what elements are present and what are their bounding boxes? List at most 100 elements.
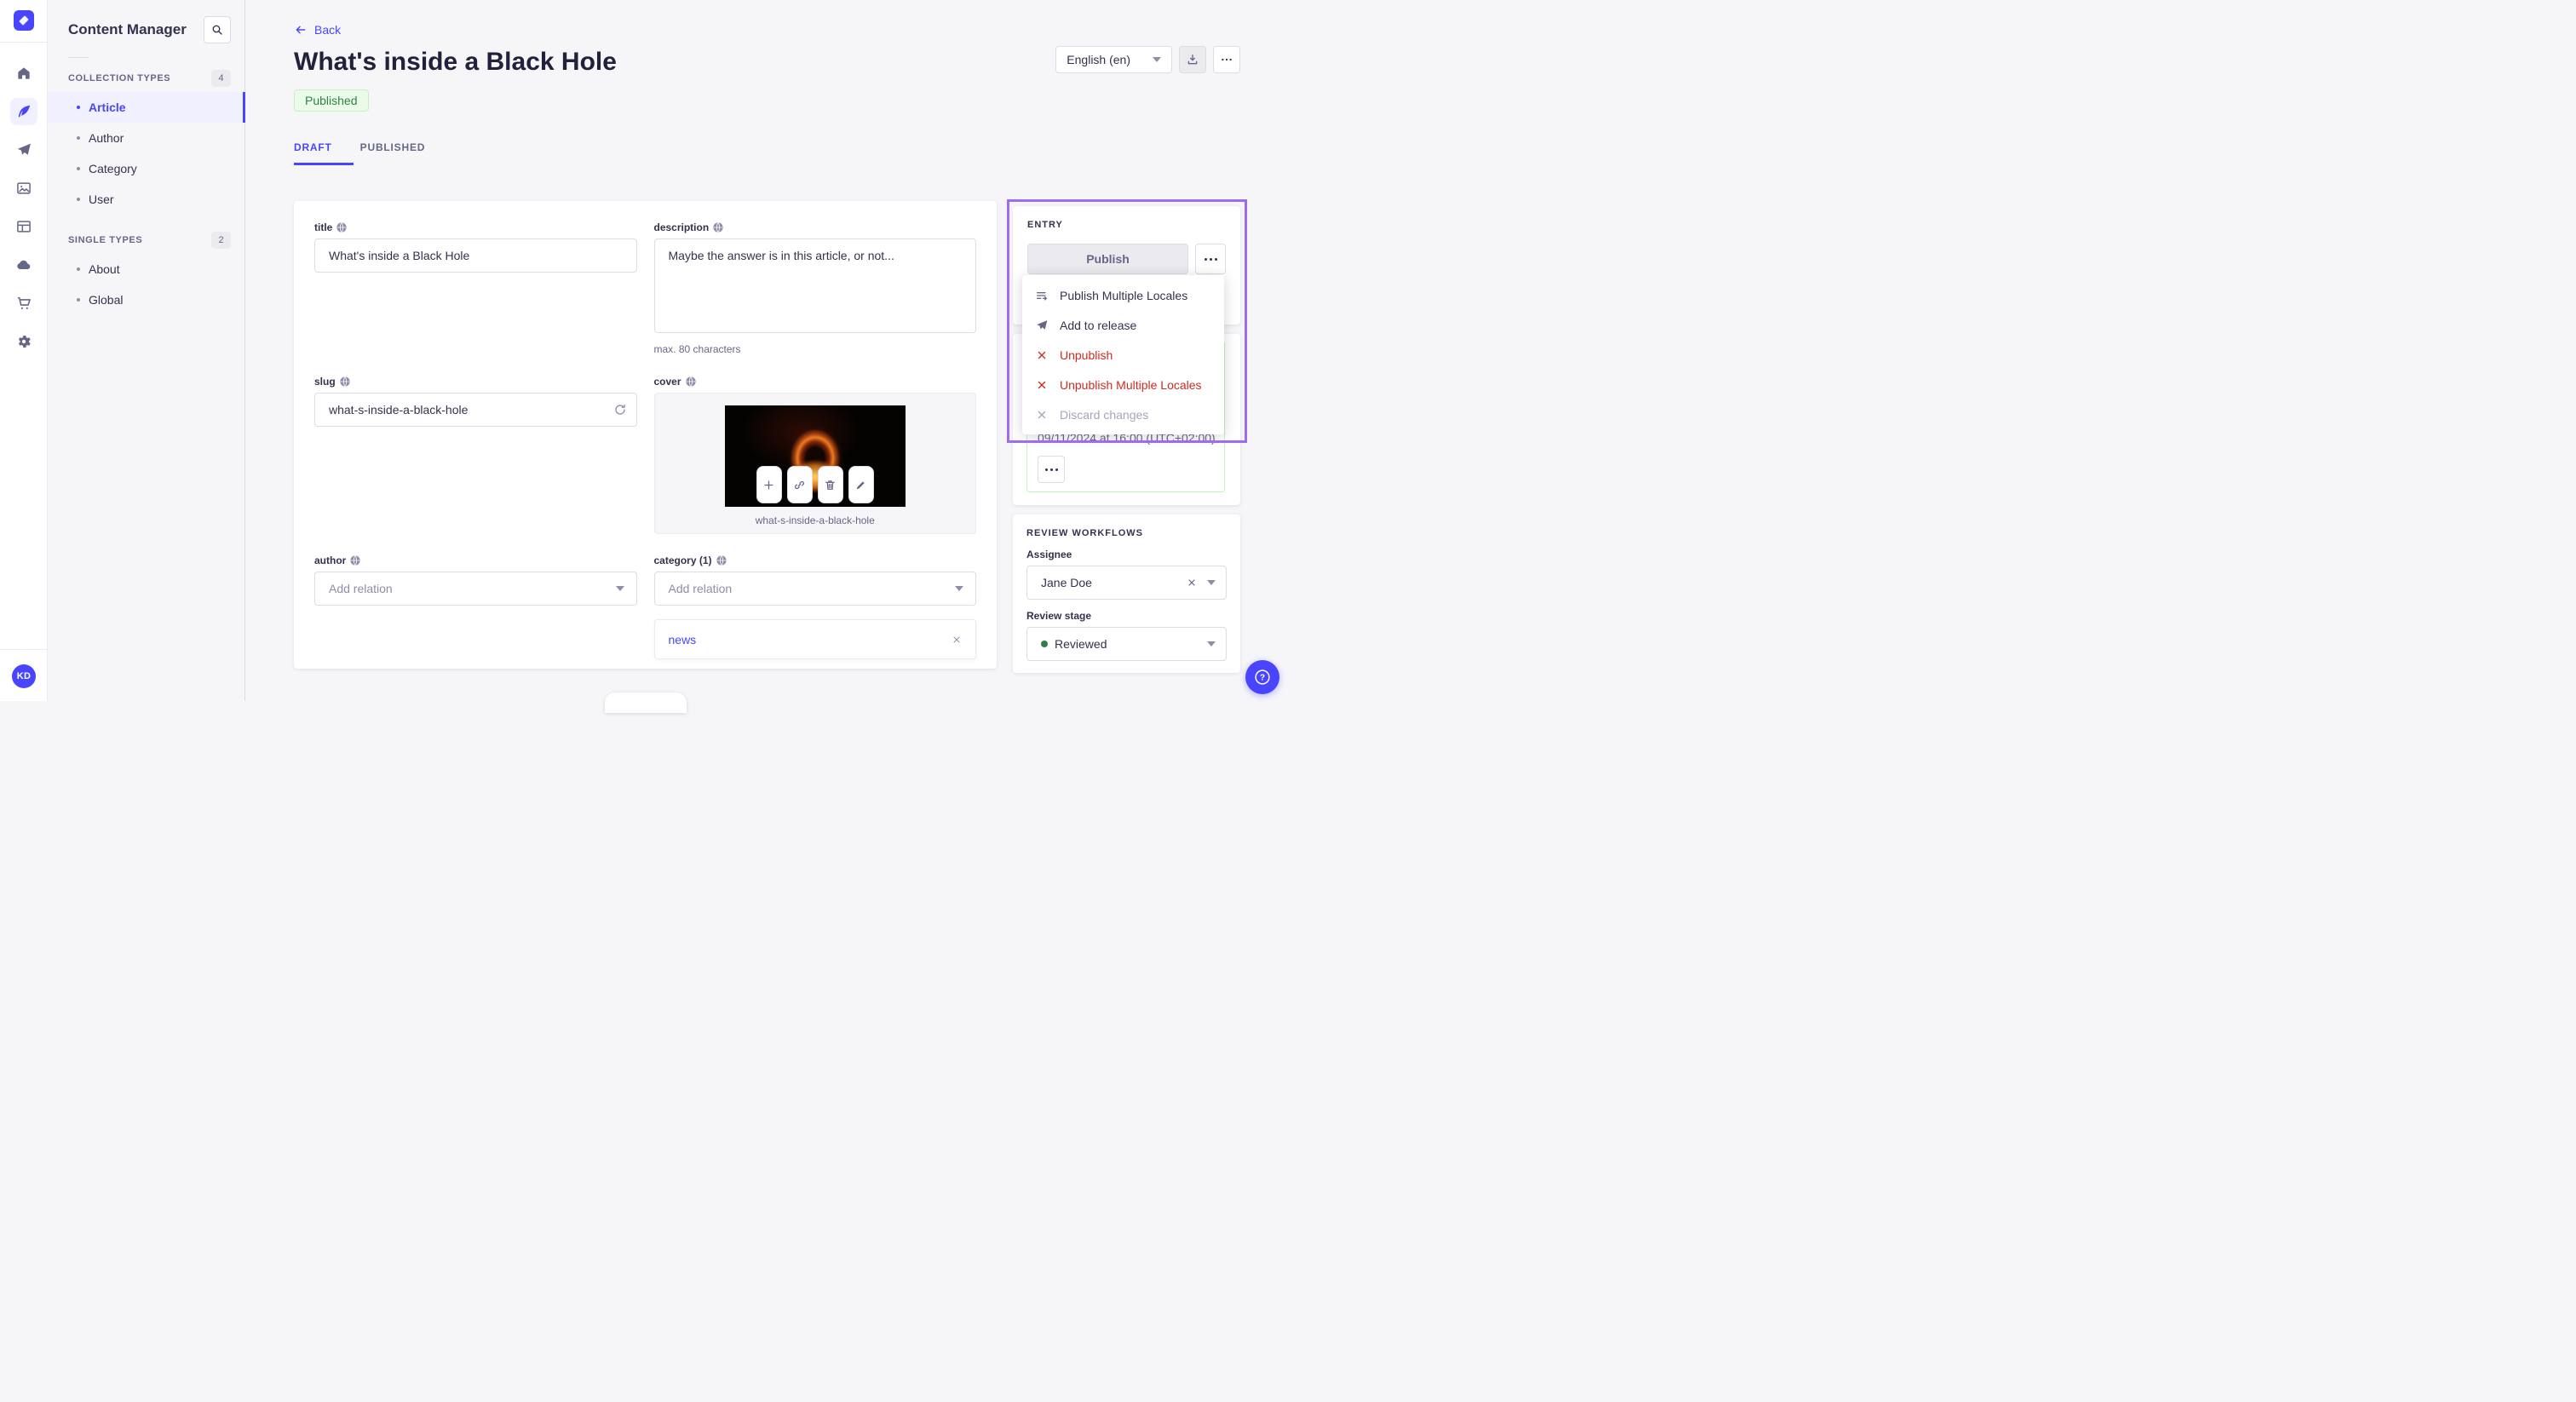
plus-icon	[762, 479, 775, 491]
stage-status-dot	[1041, 641, 1048, 647]
entry-actions-menu: Publish Multiple Locales Add to release …	[1022, 275, 1224, 434]
media-library-icon[interactable]	[10, 175, 37, 202]
cover-filename: what-s-inside-a-black-hole	[755, 514, 875, 526]
cross-icon	[1034, 409, 1049, 421]
menu-item-unpublish-multiple-locales[interactable]: Unpublish Multiple Locales	[1022, 370, 1224, 399]
category-field: category (1) Add relation news	[653, 554, 976, 659]
tab-published[interactable]: PUBLISHED	[360, 141, 426, 165]
cover-field: cover what-s-inside-a-black-hole	[653, 376, 976, 534]
cover-toolbar	[756, 466, 874, 503]
edit-media-button[interactable]	[848, 466, 874, 503]
category-relation-select[interactable]: Add relation	[653, 572, 976, 606]
deploy-cloud-icon[interactable]	[10, 251, 37, 279]
menu-item-publish-multiple-locales[interactable]: Publish Multiple Locales	[1022, 280, 1224, 310]
tab-draft[interactable]: DRAFT	[294, 141, 354, 165]
settings-gear-icon[interactable]	[10, 328, 37, 355]
single-types-count-badge: 2	[211, 232, 231, 249]
bullet-icon	[77, 106, 80, 109]
description-textarea[interactable]: Maybe the answer is in this article, or …	[653, 238, 976, 333]
publish-button[interactable]: Publish	[1027, 244, 1188, 274]
cover-label: cover	[653, 376, 681, 388]
bullet-icon	[77, 136, 80, 140]
search-button[interactable]	[204, 16, 231, 43]
cross-icon	[1034, 349, 1049, 361]
bullet-icon	[77, 167, 80, 170]
author-relation-select[interactable]: Add relation	[314, 572, 637, 606]
author-field: author Add relation	[314, 554, 637, 659]
localized-globe-icon	[713, 222, 723, 233]
menu-item-label: Add to release	[1060, 318, 1137, 332]
assignee-label: Assignee	[1026, 549, 1072, 560]
title-field: title	[314, 221, 637, 355]
slug-field: slug	[314, 376, 637, 534]
locales-list-icon	[1034, 289, 1049, 302]
regenerate-slug-icon[interactable]	[613, 403, 627, 417]
header-more-button[interactable]	[1213, 46, 1240, 73]
rail-divider	[0, 42, 48, 43]
bullet-icon	[77, 267, 80, 271]
title-input[interactable]	[314, 238, 637, 273]
add-media-button[interactable]	[756, 466, 782, 503]
clear-assignee-icon[interactable]	[1187, 577, 1197, 588]
help-button[interactable]: ?	[1245, 660, 1279, 694]
back-link[interactable]: Back	[294, 23, 341, 37]
sidebar-item-author[interactable]: Author	[48, 123, 244, 153]
sidebar-item-label: About	[89, 262, 120, 276]
assignee-select[interactable]: Jane Doe	[1026, 566, 1227, 600]
copy-link-button[interactable]	[786, 466, 813, 503]
sidebar-item-label: Article	[89, 101, 126, 114]
delete-media-button[interactable]	[817, 466, 843, 503]
arrow-left-icon	[294, 23, 308, 37]
remove-relation-icon[interactable]	[952, 635, 962, 645]
user-avatar[interactable]: KD	[12, 664, 36, 688]
cross-icon	[1034, 379, 1049, 391]
relation-news-link[interactable]: news	[669, 633, 697, 646]
menu-item-label: Unpublish	[1060, 348, 1113, 362]
localized-globe-icon	[336, 222, 347, 233]
menu-item-add-to-release[interactable]: Add to release	[1022, 310, 1224, 340]
sidebar-item-about[interactable]: About	[48, 254, 244, 284]
marketplace-cart-icon[interactable]	[10, 290, 37, 317]
menu-item-label: Publish Multiple Locales	[1060, 288, 1188, 302]
content-manager-icon[interactable]	[9, 98, 37, 125]
sidebar-item-global[interactable]: Global	[48, 284, 244, 315]
release-more-button[interactable]	[1038, 456, 1065, 483]
localized-globe-icon	[350, 555, 360, 566]
chevron-down-icon	[1153, 57, 1161, 62]
nav-rail: KD	[0, 0, 48, 701]
review-workflows-panel: REVIEW WORKFLOWS Assignee Jane Doe Revie…	[1013, 514, 1240, 673]
menu-item-label: Unpublish Multiple Locales	[1060, 377, 1202, 392]
description-label: description	[653, 221, 710, 233]
chevron-down-icon	[955, 586, 963, 591]
sidebar-title: Content Manager	[68, 21, 187, 37]
description-hint: max. 80 characters	[653, 343, 741, 355]
localized-globe-icon	[716, 555, 727, 566]
localized-globe-icon	[340, 376, 350, 387]
strapi-logo[interactable]	[13, 10, 34, 31]
slug-input[interactable]	[314, 393, 637, 427]
category-placeholder: Add relation	[668, 582, 733, 595]
home-icon[interactable]	[10, 60, 37, 87]
chevron-down-icon	[1207, 641, 1216, 646]
locale-select[interactable]: English (en)	[1055, 46, 1172, 73]
sidebar-item-user[interactable]: User	[48, 184, 244, 215]
menu-item-unpublish[interactable]: Unpublish	[1022, 340, 1224, 370]
review-panel-title: REVIEW WORKFLOWS	[1026, 528, 1143, 538]
sidebar-item-label: Global	[89, 293, 124, 307]
right-panel-column: ENTRY Publish 09/11/2024 at 16:00 (UTC+0…	[1007, 199, 1247, 673]
entry-form-card: title description Maybe the answer is in…	[294, 201, 997, 669]
entry-more-button[interactable]	[1195, 244, 1226, 274]
export-button[interactable]	[1179, 46, 1206, 73]
sidebar-item-label: Category	[89, 162, 137, 175]
sidebar-item-label: User	[89, 192, 114, 206]
releases-icon[interactable]	[10, 136, 37, 164]
title-label: title	[314, 221, 333, 233]
question-mark-icon: ?	[1253, 668, 1272, 687]
sidebar-item-category[interactable]: Category	[48, 153, 244, 184]
menu-item-discard-changes: Discard changes	[1022, 399, 1224, 429]
stage-value: Reviewed	[1055, 637, 1107, 651]
back-label: Back	[314, 23, 342, 37]
content-type-builder-icon[interactable]	[10, 213, 37, 240]
sidebar-item-article[interactable]: Article	[48, 92, 245, 123]
review-stage-select[interactable]: Reviewed	[1026, 627, 1227, 661]
